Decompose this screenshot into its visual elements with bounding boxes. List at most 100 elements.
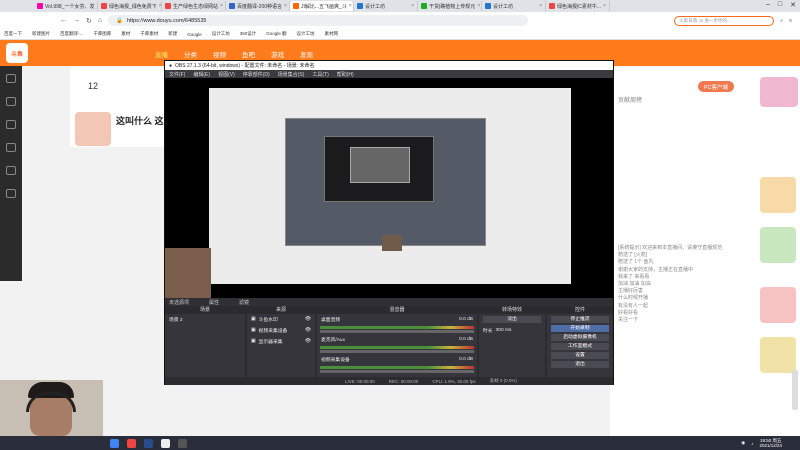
sidebar-follow-icon[interactable] [6, 97, 16, 106]
properties-button[interactable]: 属性 [209, 299, 219, 306]
tab-close-icon[interactable]: × [220, 3, 223, 9]
browser-tab[interactable]: Vol.998_一个女芬、发× [34, 1, 98, 11]
network-icon[interactable]: ◉ [741, 440, 745, 446]
clock[interactable]: 19:50 周五 2021/12/24 [759, 438, 782, 448]
source-item[interactable]: ▣ 显示器采集 👁 [247, 336, 315, 347]
reload-icon[interactable]: ↻ [86, 17, 92, 25]
tab-close-icon[interactable]: × [603, 3, 606, 9]
bookmark-item[interactable]: 新建图片 [32, 31, 50, 37]
nav-item[interactable]: 直播 [155, 49, 168, 59]
ad-tile[interactable] [760, 337, 796, 373]
filters-button[interactable]: 滤镜 [239, 299, 249, 306]
volume-slider[interactable] [320, 350, 474, 353]
scrollbar[interactable] [792, 370, 798, 410]
obs-menu-item[interactable]: 视图(V) [218, 71, 235, 78]
tab-close-icon[interactable]: × [477, 3, 480, 9]
home-icon[interactable]: ⌂ [98, 17, 102, 24]
sidebar-recommend-icon[interactable] [6, 74, 16, 83]
bookmark-item[interactable]: 千库素材 [140, 31, 158, 37]
transition-select[interactable]: 淡出 [483, 316, 541, 323]
promo-banner[interactable] [760, 77, 798, 107]
bookmark-item[interactable]: 设计工坊 [212, 31, 230, 37]
sidebar-more-icon[interactable] [6, 189, 16, 198]
back-icon[interactable]: ← [60, 17, 67, 24]
volume-slider[interactable] [320, 330, 474, 333]
obs-menu-item[interactable]: 文件(F) [169, 71, 185, 78]
menu-icon[interactable]: ≡ [789, 18, 792, 24]
source-item[interactable]: ▣ 视频采集设备 👁 [247, 325, 315, 336]
chrome-taskbar-icon[interactable] [110, 438, 119, 448]
browser-tab[interactable]: 绿色海报_绿色免费下 × [98, 1, 162, 11]
source-item[interactable]: ▣ 斗鱼水印 👁 [247, 314, 315, 325]
bookmark-item[interactable]: 百度翻译-... [60, 31, 83, 37]
tab-close-icon[interactable]: × [411, 3, 414, 9]
bookmark-item[interactable]: Google 翻 [266, 31, 286, 37]
control-button[interactable]: 开始录制 [551, 325, 609, 332]
browser-tab[interactable]: 干货|确植物上传规元 × [418, 1, 482, 11]
scene-item[interactable]: 场景 2 [165, 314, 245, 325]
tab-close-icon[interactable]: × [349, 3, 352, 9]
maximize-icon[interactable]: □ [778, 1, 782, 9]
sidebar-category-icon[interactable] [6, 120, 16, 129]
control-button[interactable]: 退出 [551, 361, 609, 368]
url-field[interactable]: 🔒 https://www.douyu.com/6485535 [108, 15, 529, 26]
bookmark-item[interactable]: 新建 [168, 31, 177, 37]
browser-tab[interactable]: JI解比...五飞画爽_斗 × [290, 1, 354, 11]
bookmark-item[interactable]: 素材网 [325, 31, 339, 37]
bookmark-item[interactable]: 百度一下 [4, 31, 22, 37]
duration-input[interactable]: 300 ms [496, 328, 512, 333]
bookmark-item[interactable]: 360设计 [240, 31, 257, 37]
bookmark-item[interactable]: 素材 [121, 31, 130, 37]
source-type-icon: ▣ [251, 328, 256, 333]
forward-icon[interactable]: → [73, 17, 80, 24]
browser-search-input[interactable]: 火影日落 Jo 进一步你的... [674, 15, 775, 26]
photoshop-taskbar-icon[interactable] [144, 438, 153, 448]
nav-item[interactable]: 视频 [213, 49, 226, 59]
sidebar-video-icon[interactable] [6, 143, 16, 152]
obs-taskbar-icon[interactable] [178, 438, 187, 448]
browser-tab[interactable]: 设计工坊 × [354, 1, 418, 11]
control-button[interactable]: 停止推流 [551, 316, 609, 323]
folder-taskbar-icon[interactable] [161, 438, 170, 448]
mixer-channel: 视频采集设备 0.0 dB [317, 354, 477, 365]
obs-menu-item[interactable]: 编辑(E) [193, 71, 210, 78]
pc-client-button[interactable]: PC客户端 [698, 81, 734, 92]
browser-tab[interactable]: 绿色海报|C素材牛... × [546, 1, 610, 11]
douyu-logo[interactable]: 斗鱼 [6, 43, 28, 63]
volume-slider[interactable] [320, 370, 474, 373]
obs-menu-item[interactable]: 工具(T) [312, 71, 328, 78]
obs-preview[interactable] [165, 78, 613, 298]
ad-tile[interactable] [760, 287, 796, 323]
tab-close-icon[interactable]: × [539, 3, 542, 9]
search-icon[interactable]: ⌕ [780, 18, 783, 24]
sidebar-game-icon[interactable] [6, 166, 16, 175]
control-button[interactable]: 设置 [551, 352, 609, 359]
source-name: 视频采集设备 [258, 329, 288, 334]
nav-item[interactable]: 鱼吧 [242, 49, 255, 59]
ad-tile[interactable] [760, 227, 796, 263]
visibility-eye-icon[interactable]: 👁 [305, 339, 311, 344]
nav-item[interactable]: 游戏 [271, 49, 284, 59]
control-button[interactable]: 启动虚拟摄像机 [551, 334, 609, 341]
control-button[interactable]: 工作室模式 [551, 343, 609, 350]
obs-menu-item[interactable]: 停靠部件(D) [243, 71, 270, 78]
bookmark-item[interactable]: Google [187, 32, 202, 37]
streamer-avatar[interactable] [75, 112, 111, 146]
bookmark-item[interactable]: 千库图库 [93, 31, 111, 37]
visibility-eye-icon[interactable]: 👁 [305, 328, 311, 333]
browser-tab[interactable]: 百度翻译-200种语言 × [226, 1, 290, 11]
obs-menu-item[interactable]: 帮助(H) [337, 71, 354, 78]
close-icon[interactable]: ✕ [790, 1, 796, 9]
minimize-icon[interactable]: – [766, 1, 770, 9]
tab-close-icon[interactable]: × [284, 3, 287, 9]
app-taskbar-icon[interactable] [127, 438, 136, 448]
browser-tab[interactable]: 设计工坊 × [482, 1, 546, 11]
nav-item[interactable]: 发现 [300, 49, 313, 59]
visibility-eye-icon[interactable]: 👁 [305, 317, 311, 322]
browser-tab[interactable]: 生产绿色生态绿网站 × [162, 1, 226, 11]
volume-icon[interactable]: ♪ [751, 441, 753, 446]
ad-tile[interactable] [760, 177, 796, 213]
bookmark-item[interactable]: 设计工坊 [297, 31, 315, 37]
nav-item[interactable]: 分类 [184, 49, 197, 59]
obs-menu-item[interactable]: 场景集合(S) [278, 71, 305, 78]
